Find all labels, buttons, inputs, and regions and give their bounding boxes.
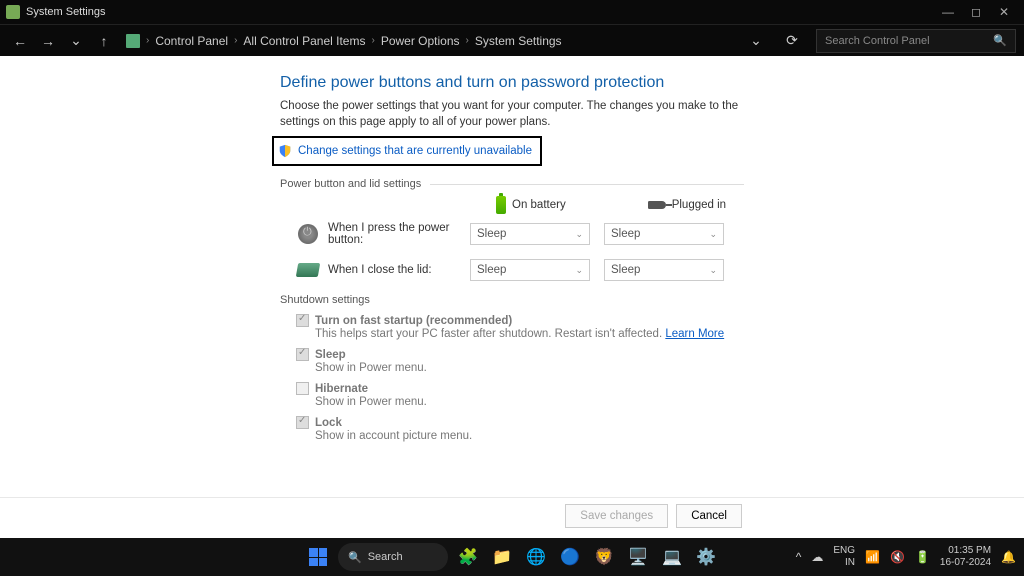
shield-icon xyxy=(278,144,292,158)
power-button-battery-dropdown[interactable]: Sleep⌄ xyxy=(470,223,590,245)
power-button-label: When I press the power button: xyxy=(328,222,470,246)
address-dropdown-button[interactable]: ⌄ xyxy=(744,29,768,53)
taskbar-app-2[interactable]: 💻 xyxy=(658,543,686,571)
system-tray: ^ ☁ ENGIN 📶 🔇 🔋 01:35 PM16-07-2024 🔔 xyxy=(796,545,1016,569)
clock[interactable]: 01:35 PM16-07-2024 xyxy=(940,545,991,569)
taskbar: 🔍Search 🧩 📁 🌐 🔵 🦁 🖥️ 💻 ⚙️ ^ ☁ ENGIN 📶 🔇 … xyxy=(0,538,1024,576)
lid-close-label: When I close the lid: xyxy=(328,264,470,276)
lid-icon xyxy=(296,258,320,282)
shutdown-section-label: Shutdown settings xyxy=(280,294,1024,306)
start-button[interactable] xyxy=(304,543,332,571)
fast-startup-title: Turn on fast startup (recommended) xyxy=(315,315,512,327)
change-settings-link[interactable]: Change settings that are currently unava… xyxy=(298,145,532,157)
power-button-icon xyxy=(296,222,320,246)
sleep-checkbox[interactable] xyxy=(296,348,309,361)
search-icon: 🔍 xyxy=(993,34,1007,47)
app-icon xyxy=(6,5,20,19)
fast-startup-desc: This helps start your PC faster after sh… xyxy=(315,328,1024,340)
volume-icon[interactable]: 🔇 xyxy=(890,550,905,564)
minimize-button[interactable]: — xyxy=(934,2,962,22)
navbar: ← → ⌄ ↑ › Control Panel › All Control Pa… xyxy=(0,24,1024,56)
power-button-plugged-dropdown[interactable]: Sleep⌄ xyxy=(604,223,724,245)
lock-checkbox[interactable] xyxy=(296,416,309,429)
recent-locations-button[interactable]: ⌄ xyxy=(64,29,88,53)
close-button[interactable]: ✕ xyxy=(990,2,1018,22)
breadcrumb: › Control Panel › All Control Panel Item… xyxy=(126,34,744,48)
chevron-down-icon: ⌄ xyxy=(575,229,583,240)
taskbar-app-edge[interactable]: 🔵 xyxy=(556,543,584,571)
content-area: Define power buttons and turn on passwor… xyxy=(0,56,1024,538)
lock-desc: Show in account picture menu. xyxy=(315,430,1024,442)
breadcrumb-item[interactable]: All Control Panel Items xyxy=(243,34,365,48)
breadcrumb-item[interactable]: Power Options xyxy=(381,34,460,48)
search-icon: 🔍 xyxy=(348,551,362,564)
up-button[interactable]: ↑ xyxy=(92,29,116,53)
dialog-buttons: Save changes Cancel xyxy=(565,504,742,528)
change-settings-highlight: Change settings that are currently unava… xyxy=(272,136,542,166)
lid-close-row: When I close the lid: Sleep⌄ Sleep⌄ xyxy=(280,258,1024,282)
taskbar-search[interactable]: 🔍Search xyxy=(338,543,448,571)
taskbar-app-1[interactable]: 🖥️ xyxy=(624,543,652,571)
sleep-desc: Show in Power menu. xyxy=(315,362,1024,374)
save-button[interactable]: Save changes xyxy=(565,504,668,528)
hibernate-checkbox[interactable] xyxy=(296,382,309,395)
chevron-right-icon: › xyxy=(371,35,374,46)
chevron-down-icon: ⌄ xyxy=(575,265,583,276)
column-headers: On battery Plugged in xyxy=(496,196,1024,214)
chevron-down-icon: ⌄ xyxy=(709,265,717,276)
chevron-right-icon: › xyxy=(234,35,237,46)
lock-title: Lock xyxy=(315,417,342,429)
hibernate-item: Hibernate Show in Power menu. xyxy=(296,382,1024,408)
breadcrumb-item[interactable]: System Settings xyxy=(475,34,562,48)
maximize-button[interactable]: ◻ xyxy=(962,2,990,22)
on-battery-header: On battery xyxy=(496,196,566,214)
cancel-button[interactable]: Cancel xyxy=(676,504,742,528)
control-panel-icon[interactable] xyxy=(126,34,140,48)
hibernate-title: Hibernate xyxy=(315,383,368,395)
taskbar-app-store[interactable]: 🧩 xyxy=(454,543,482,571)
notifications-icon[interactable]: 🔔 xyxy=(1001,550,1016,564)
titlebar: System Settings — ◻ ✕ xyxy=(0,0,1024,24)
search-placeholder: Search Control Panel xyxy=(825,35,930,47)
wifi-icon[interactable]: 📶 xyxy=(865,550,880,564)
sleep-item: Sleep Show in Power menu. xyxy=(296,348,1024,374)
back-button[interactable]: ← xyxy=(8,29,32,53)
hibernate-desc: Show in Power menu. xyxy=(315,396,1024,408)
learn-more-link[interactable]: Learn More xyxy=(665,328,724,340)
battery-tray-icon[interactable]: 🔋 xyxy=(915,550,930,564)
sleep-title: Sleep xyxy=(315,349,346,361)
chevron-down-icon: ⌄ xyxy=(709,229,717,240)
window-title: System Settings xyxy=(26,6,105,18)
plug-icon xyxy=(648,201,666,209)
power-button-section-label: Power button and lid settings xyxy=(280,178,1024,190)
taskbar-app-settings[interactable]: ⚙️ xyxy=(692,543,720,571)
lock-item: Lock Show in account picture menu. xyxy=(296,416,1024,442)
chevron-right-icon: › xyxy=(146,35,149,46)
taskbar-app-brave[interactable]: 🦁 xyxy=(590,543,618,571)
fast-startup-checkbox[interactable] xyxy=(296,314,309,327)
footer-divider xyxy=(0,497,1024,498)
search-input[interactable]: Search Control Panel 🔍 xyxy=(816,29,1016,53)
tray-overflow-button[interactable]: ^ xyxy=(796,550,802,564)
lid-battery-dropdown[interactable]: Sleep⌄ xyxy=(470,259,590,281)
breadcrumb-item[interactable]: Control Panel xyxy=(155,34,228,48)
forward-button[interactable]: → xyxy=(36,29,60,53)
shutdown-section: Shutdown settings Turn on fast startup (… xyxy=(280,294,1024,442)
chevron-right-icon: › xyxy=(466,35,469,46)
page-heading: Define power buttons and turn on passwor… xyxy=(280,74,1024,92)
onedrive-icon[interactable]: ☁ xyxy=(811,550,823,564)
battery-icon xyxy=(496,196,506,214)
refresh-button[interactable]: ⟳ xyxy=(780,29,804,53)
taskbar-app-chrome[interactable]: 🌐 xyxy=(522,543,550,571)
plugged-in-header: Plugged in xyxy=(648,199,726,211)
page-subtext: Choose the power settings that you want … xyxy=(280,98,740,130)
power-button-row: When I press the power button: Sleep⌄ Sl… xyxy=(280,222,1024,246)
lid-plugged-dropdown[interactable]: Sleep⌄ xyxy=(604,259,724,281)
fast-startup-item: Turn on fast startup (recommended) This … xyxy=(296,314,1024,340)
taskbar-app-explorer[interactable]: 📁 xyxy=(488,543,516,571)
language-indicator[interactable]: ENGIN xyxy=(833,545,855,569)
